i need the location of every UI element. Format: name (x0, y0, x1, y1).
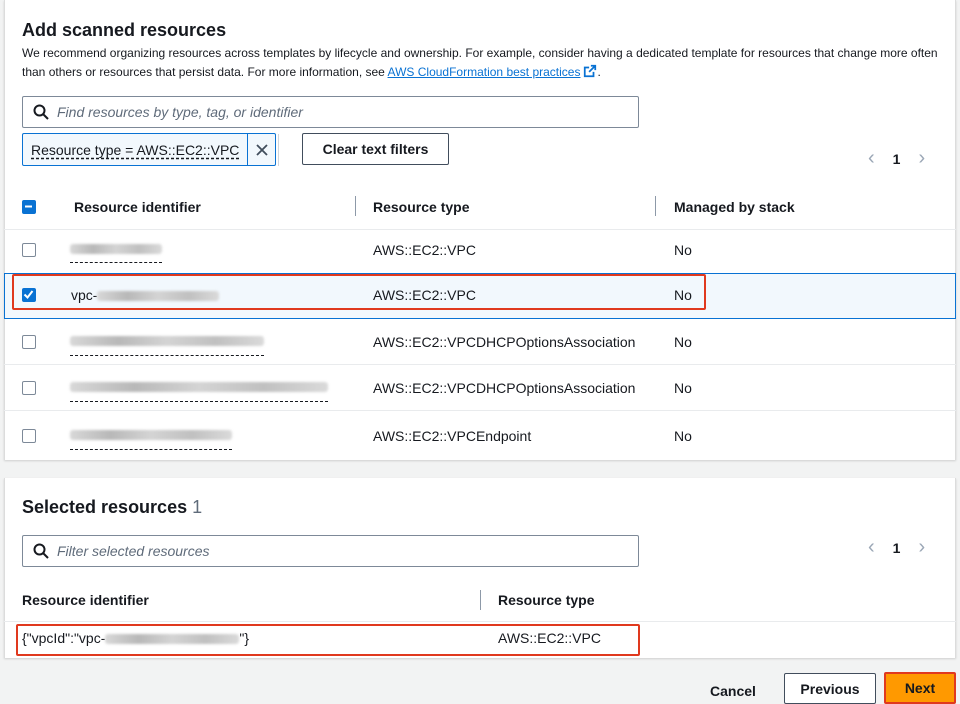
page-number[interactable]: 1 (893, 540, 901, 556)
search-placeholder: Find resources by type, tag, or identifi… (57, 104, 303, 120)
resource-identifier[interactable]: vpc- (71, 287, 220, 303)
identifier-underline (70, 262, 162, 263)
managed-by-stack: No (674, 334, 692, 350)
resource-type: AWS::EC2::VPCEndpoint (373, 428, 532, 444)
row-checkbox-checked[interactable] (22, 288, 36, 302)
column-separator (480, 590, 481, 610)
search-icon (33, 543, 49, 559)
managed-by-stack: No (674, 428, 692, 444)
selected-count: 1 (192, 497, 203, 517)
chevron-left-icon[interactable]: ‹ (868, 147, 875, 170)
scanned-resources-description: We recommend organizing resources across… (22, 44, 947, 82)
managed-by-stack: No (674, 380, 692, 396)
chevron-left-icon[interactable]: ‹ (868, 536, 875, 559)
identifier-underline (70, 355, 264, 356)
resource-type: AWS::EC2::VPCDHCPOptionsAssociation (373, 380, 636, 396)
indeterminate-icon (25, 205, 32, 208)
identifier-underline (70, 449, 232, 450)
chevron-right-icon[interactable]: › (918, 147, 925, 170)
next-button[interactable]: Next (884, 672, 956, 704)
selected-table-header: Resource identifier Resource type (4, 580, 956, 622)
resource-search-input[interactable]: Find resources by type, tag, or identifi… (22, 96, 639, 128)
col-resource-identifier[interactable]: Resource identifier (22, 592, 149, 608)
table-row[interactable]: AWS::EC2::VPCEndpoint No (4, 411, 956, 457)
resource-identifier[interactable] (70, 240, 162, 256)
checkmark-icon (23, 290, 34, 300)
remove-filter-button[interactable] (247, 134, 275, 165)
selected-resource-type: AWS::EC2::VPC (498, 630, 601, 646)
resource-identifier[interactable] (70, 378, 328, 394)
column-separator (355, 196, 356, 216)
resource-identifier[interactable] (70, 332, 264, 348)
description-end: . (597, 65, 601, 79)
filter-divider (278, 134, 279, 166)
col-resource-type[interactable]: Resource type (373, 199, 469, 215)
row-checkbox[interactable] (22, 243, 36, 257)
managed-by-stack: No (674, 242, 692, 258)
chevron-right-icon[interactable]: › (918, 536, 925, 559)
col-managed-by-stack[interactable]: Managed by stack (674, 199, 795, 215)
previous-button[interactable]: Previous (784, 673, 876, 704)
clear-text-filters-button[interactable]: Clear text filters (302, 133, 449, 165)
row-checkbox[interactable] (22, 429, 36, 443)
scan-table-header: Resource identifier Resource type Manage… (4, 182, 956, 230)
close-icon (256, 143, 268, 156)
resource-type: AWS::EC2::VPCDHCPOptionsAssociation (373, 334, 636, 350)
filter-token[interactable]: Resource type = AWS::EC2::VPC (22, 133, 277, 166)
filter-placeholder: Filter selected resources (57, 543, 210, 559)
search-icon (33, 104, 49, 120)
identifier-prefix: {"vpcId":"vpc- (22, 630, 106, 646)
page-number[interactable]: 1 (893, 151, 901, 167)
selected-resource-identifier: {"vpcId":"vpc- "} (22, 630, 249, 646)
identifier-underline (70, 401, 328, 402)
selected-pagination: ‹ 1 › (868, 536, 925, 559)
filter-token-label: Resource type = AWS::EC2::VPC (31, 141, 240, 158)
identifier-suffix: "} (239, 630, 250, 646)
scan-pagination: ‹ 1 › (868, 147, 925, 170)
selected-filter-input[interactable]: Filter selected resources (22, 535, 639, 567)
select-all-checkbox[interactable] (22, 200, 36, 214)
table-row[interactable]: AWS::EC2::VPCDHCPOptionsAssociation No (4, 319, 956, 365)
row-checkbox[interactable] (22, 381, 36, 395)
col-resource-type[interactable]: Resource type (498, 592, 594, 608)
managed-by-stack: No (674, 287, 692, 303)
table-row-selected[interactable]: vpc- AWS::EC2::VPC No (4, 273, 956, 319)
external-link-icon[interactable] (583, 64, 597, 78)
best-practices-link[interactable]: AWS CloudFormation best practices (388, 65, 581, 79)
selected-title-text: Selected resources (22, 497, 188, 517)
column-separator (655, 196, 656, 216)
selected-resources-title: Selected resources 1 (22, 497, 202, 518)
identifier-prefix: vpc- (71, 287, 98, 303)
table-row[interactable]: AWS::EC2::VPCDHCPOptionsAssociation No (4, 365, 956, 411)
resource-type: AWS::EC2::VPC (373, 242, 476, 258)
col-resource-identifier[interactable]: Resource identifier (74, 199, 201, 215)
resource-type: AWS::EC2::VPC (373, 287, 476, 303)
selected-table-row: {"vpcId":"vpc- "} AWS::EC2::VPC (4, 622, 956, 656)
cancel-button[interactable]: Cancel (710, 683, 756, 699)
resource-identifier[interactable] (70, 426, 232, 442)
table-row[interactable]: AWS::EC2::VPC No (4, 228, 956, 274)
scanned-resources-title: Add scanned resources (22, 20, 227, 40)
row-checkbox[interactable] (22, 335, 36, 349)
